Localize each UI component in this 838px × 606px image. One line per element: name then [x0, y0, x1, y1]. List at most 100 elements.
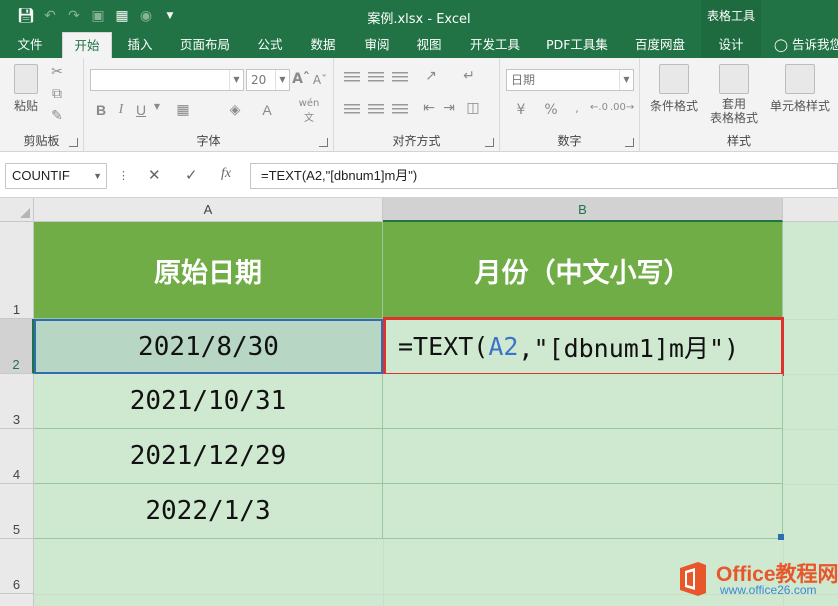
chevron-down-icon[interactable]: ▼ [275, 70, 289, 90]
cell-b3[interactable] [383, 374, 783, 429]
column-header-c[interactable] [783, 198, 838, 222]
align-middle-icon[interactable] [368, 72, 384, 84]
cell-a2[interactable]: 2021/8/30 [34, 319, 383, 374]
row-header-5[interactable]: 5 [0, 484, 34, 539]
borders-icon[interactable]: ▦ [172, 102, 194, 118]
styles-group-label: 样式 [726, 134, 751, 148]
alignment-group: ↗ ↵ ⇤ ⇥ ◫ 对齐方式 [334, 58, 500, 152]
font-size-combo[interactable]: 20 ▼ [246, 69, 290, 91]
name-box[interactable]: COUNTIF ▼ [5, 163, 107, 189]
alignment-group-label: 对齐方式 [392, 134, 441, 148]
cell-b2-editing[interactable]: =TEXT(A2 ,"[dbnum1]m月") [383, 317, 784, 376]
row-number: 2 [12, 357, 20, 372]
tab-pdf-tools[interactable]: PDF工具集 [540, 32, 614, 58]
tab-insert[interactable]: 插入 [118, 32, 162, 58]
accounting-format-icon[interactable]: ¥ [510, 102, 532, 118]
tab-baidu-netdisk[interactable]: 百度网盘 [626, 32, 694, 58]
row-number: 5 [12, 522, 21, 537]
number-format-combo[interactable]: 日期 ▼ [506, 69, 634, 91]
chevron-down-icon[interactable]: ▼ [93, 164, 102, 188]
cell-a3[interactable]: 2021/10/31 [34, 374, 383, 429]
copy-icon[interactable]: ⧉ [48, 86, 66, 102]
grow-font-icon[interactable]: Aˆ [292, 71, 310, 87]
fill-color-icon[interactable]: ◈ [224, 102, 246, 118]
cut-icon[interactable]: ✂ [48, 64, 66, 80]
percent-style-icon[interactable]: % [540, 102, 562, 118]
font-launcher-icon[interactable] [319, 138, 328, 147]
row-header-2[interactable]: 2 [0, 319, 34, 374]
format-painter-icon[interactable]: ✎ [48, 108, 66, 124]
table-resize-handle[interactable] [778, 534, 784, 540]
lightbulb-icon: ◯ [774, 37, 788, 52]
select-all-corner[interactable] [0, 198, 34, 222]
increase-indent-icon[interactable]: ⇥ [438, 100, 460, 116]
tab-data[interactable]: 数据 [302, 32, 344, 58]
cell-styles-button[interactable]: 单元格样式 [762, 64, 838, 114]
row-header-6[interactable]: 6 [0, 539, 34, 594]
tab-view[interactable]: 视图 [408, 32, 450, 58]
column-header-a[interactable]: A [34, 198, 383, 222]
shrink-font-icon[interactable]: Aˇ [312, 73, 328, 87]
cell-b1[interactable]: 月份（中文小写） [383, 222, 783, 319]
font-color-icon[interactable]: A [256, 102, 278, 118]
paste-button[interactable]: 粘贴 [8, 64, 44, 114]
clipboard-launcher-icon[interactable] [69, 138, 78, 147]
decrease-decimal-icon[interactable]: .00→ [610, 102, 634, 113]
align-left-icon[interactable] [344, 104, 360, 116]
conditional-formatting-label: 条件格式 [649, 99, 698, 113]
row-header-1[interactable]: 1 [0, 222, 34, 319]
insert-function-icon[interactable]: fx [221, 166, 231, 182]
tab-formulas[interactable]: 公式 [250, 32, 290, 58]
phonetic-guide-icon[interactable]: wén 文 [294, 98, 324, 124]
tab-review[interactable]: 审阅 [356, 32, 398, 58]
bold-icon[interactable]: B [94, 102, 108, 118]
increase-decimal-icon[interactable]: ←.0 [588, 102, 610, 113]
formula-input[interactable]: =TEXT(A2,"[dbnum1]m月") [250, 163, 838, 189]
conditional-formatting-button[interactable]: 条件格式 [644, 64, 704, 114]
paste-label: 粘贴 [13, 99, 38, 113]
number-group: 日期 ▼ ¥ % , ←.0 .00→ 数字 [500, 58, 640, 152]
cell-a5[interactable]: 2022/1/3 [34, 484, 383, 539]
tab-page-layout[interactable]: 页面布局 [172, 32, 238, 58]
underline-icon[interactable]: U [134, 102, 148, 118]
orientation-icon[interactable]: ↗ [420, 68, 442, 84]
title-bar: 💾︎ ↶ ↷ ▣ ▦ ◉ ▼ 案例.xlsx - Excel 表格工具 [0, 0, 838, 32]
comma-style-icon[interactable]: , [566, 102, 588, 115]
enter-icon[interactable]: ✓ [185, 166, 198, 184]
wrap-text-icon[interactable]: ↵ [458, 68, 480, 84]
cell-a1[interactable]: 原始日期 [34, 222, 383, 319]
italic-icon[interactable]: I [114, 102, 128, 118]
number-launcher-icon[interactable] [625, 138, 634, 147]
align-center-icon[interactable] [368, 104, 384, 116]
column-header-b[interactable]: B [383, 198, 783, 222]
tab-developer[interactable]: 开发工具 [460, 32, 530, 58]
chevron-down-icon[interactable]: ▼ [619, 70, 633, 90]
cell-a4[interactable]: 2021/12/29 [34, 429, 383, 484]
align-right-icon[interactable] [392, 104, 408, 116]
tab-file[interactable]: 文件 [8, 32, 52, 58]
tab-home[interactable]: 开始 [62, 32, 112, 58]
font-name-combo[interactable]: ▼ [90, 69, 244, 91]
align-top-icon[interactable] [344, 72, 360, 84]
tab-design[interactable]: 设计 [701, 32, 761, 58]
row-header-4[interactable]: 4 [0, 429, 34, 484]
format-as-table-button[interactable]: 套用 表格格式 [702, 64, 766, 125]
chevron-down-icon[interactable]: ▼ [152, 102, 162, 111]
chevron-down-icon[interactable]: ▼ [229, 70, 243, 90]
formula-bar: COUNTIF ▼ ⋮ ✕ ✓ fx =TEXT(A2,"[dbnum1]m月"… [0, 152, 838, 198]
cell-b4[interactable] [383, 429, 783, 484]
clipboard-group: 粘贴 ✂ ⧉ ✎ 剪贴板 [0, 58, 84, 152]
decrease-indent-icon[interactable]: ⇤ [418, 100, 440, 116]
alignment-launcher-icon[interactable] [485, 138, 494, 147]
font-size-value: 20 [251, 73, 267, 87]
row-number: 6 [12, 577, 21, 592]
cancel-icon[interactable]: ✕ [148, 166, 161, 184]
cell-b5[interactable] [383, 484, 783, 539]
align-bottom-icon[interactable] [392, 72, 408, 84]
row-header-3[interactable]: 3 [0, 374, 34, 429]
tell-me-box[interactable]: ◯ 告诉我您 [774, 32, 838, 58]
formula-bar-splitter-icon[interactable]: ⋮ [118, 169, 129, 182]
gridline [783, 319, 838, 320]
merge-center-icon[interactable]: ◫ [462, 100, 484, 116]
row-header-7[interactable] [0, 594, 34, 606]
